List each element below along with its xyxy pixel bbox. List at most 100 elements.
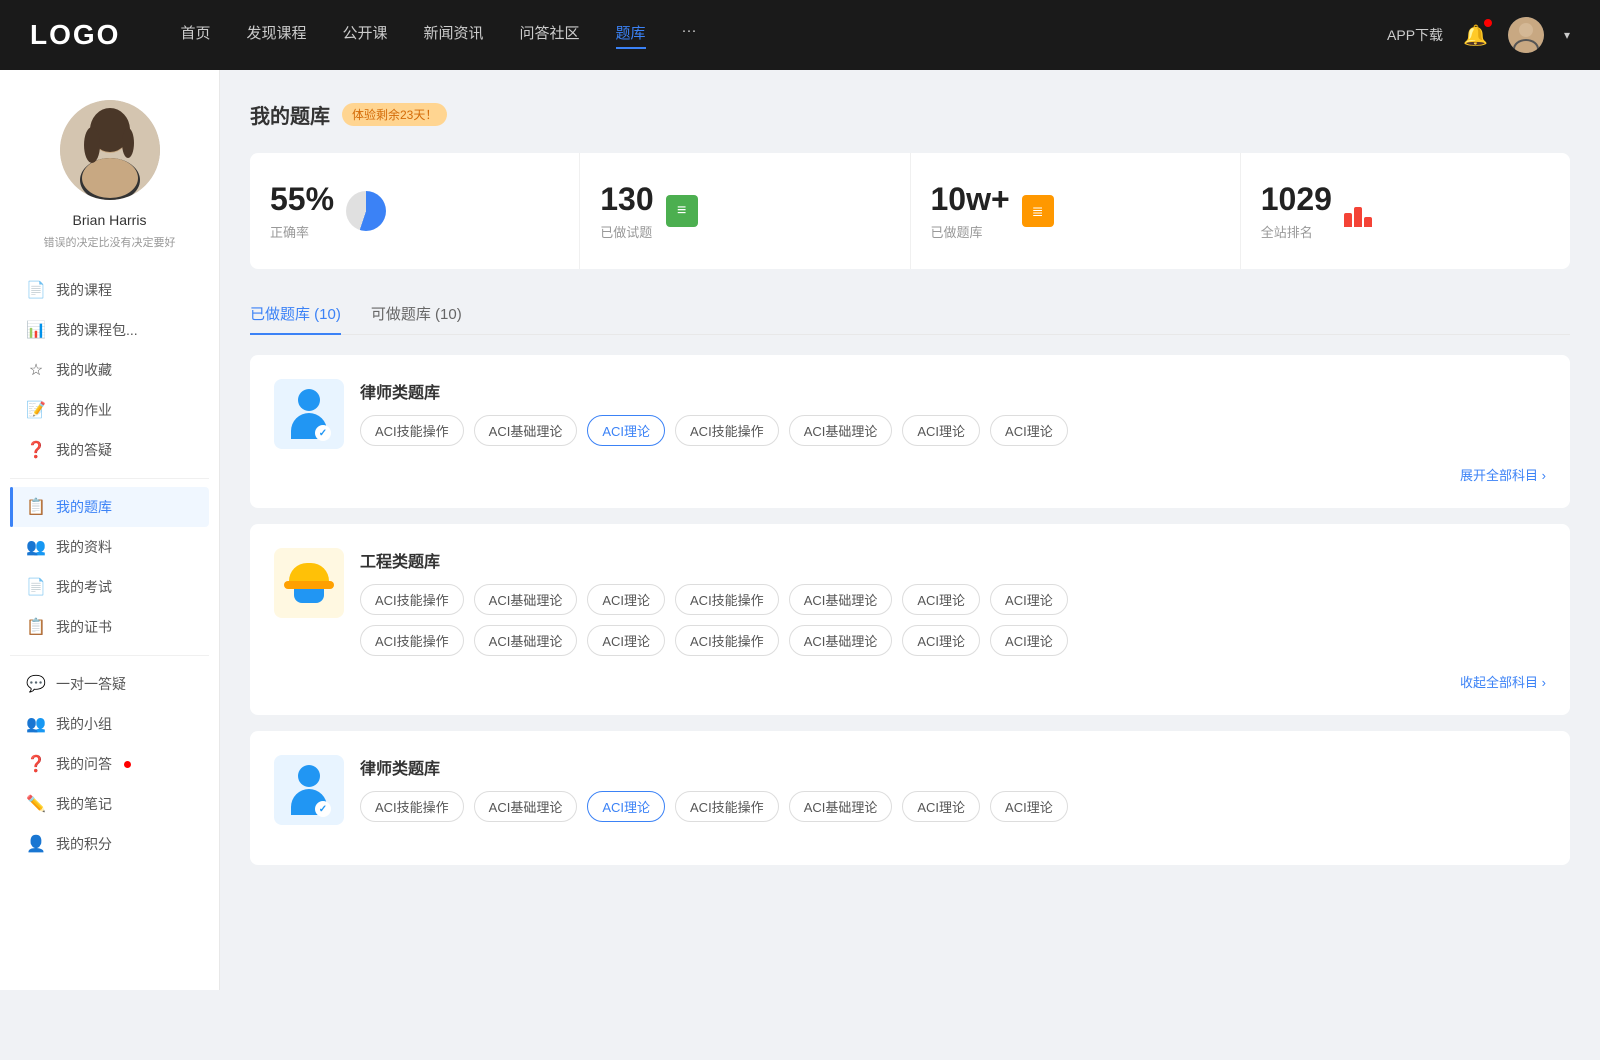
sidebar-menu: 📄 我的课程 📊 我的课程包... ☆ 我的收藏 📝 我的作业 ❓ 我的答疑 � bbox=[0, 270, 219, 864]
main-content: 我的题库 体验剩余23天！ 55% 正确率 130 已做试题 ≡ bbox=[220, 70, 1600, 990]
nav-discover[interactable]: 发现课程 bbox=[246, 22, 306, 49]
sidebar-item-question-bank[interactable]: 📋 我的题库 bbox=[10, 487, 209, 527]
sidebar-item-homework[interactable]: 📝 我的作业 bbox=[10, 390, 209, 430]
tag-eng-r2-6[interactable]: ACI理论 bbox=[990, 625, 1068, 656]
tag-lawyer2-5[interactable]: ACI理论 bbox=[902, 791, 980, 822]
qbank-header-engineer: 工程类题库 ACI技能操作 ACI基础理论 ACI理论 ACI技能操作 ACI基… bbox=[274, 548, 1546, 656]
qbank-icon: 📋 bbox=[26, 497, 46, 517]
ranking-chart-icon bbox=[1344, 195, 1376, 227]
sidebar-item-label: 我的作业 bbox=[56, 400, 112, 420]
tag-lawyer2-4[interactable]: ACI基础理论 bbox=[789, 791, 893, 822]
tag-lawyer1-1[interactable]: ACI基础理论 bbox=[474, 415, 578, 446]
avatar bbox=[60, 100, 160, 200]
tag-eng-r1-2[interactable]: ACI理论 bbox=[587, 584, 665, 615]
sidebar-item-one-on-one[interactable]: 💬 一对一答疑 bbox=[10, 664, 209, 704]
sidebar-item-certificate[interactable]: 📋 我的证书 bbox=[10, 607, 209, 647]
tag-eng-r1-5[interactable]: ACI理论 bbox=[902, 584, 980, 615]
sidebar-divider-1 bbox=[10, 478, 209, 479]
qbank-name-lawyer-1: 律师类题库 bbox=[360, 379, 1546, 403]
sidebar: Brian Harris 错误的决定比没有决定要好 📄 我的课程 📊 我的课程包… bbox=[0, 70, 220, 990]
tag-eng-r1-0[interactable]: ACI技能操作 bbox=[360, 584, 464, 615]
tags-row-lawyer-1: ACI技能操作 ACI基础理论 ACI理论 ACI技能操作 ACI基础理论 AC… bbox=[360, 415, 1546, 446]
sidebar-item-my-data[interactable]: 👥 我的资料 bbox=[10, 527, 209, 567]
sidebar-item-label: 我的积分 bbox=[56, 834, 112, 854]
collapse-engineer[interactable]: 收起全部科目 › bbox=[274, 672, 1546, 691]
exam-icon: 📄 bbox=[26, 577, 46, 597]
sidebar-item-label: 我的题库 bbox=[56, 497, 112, 517]
sidebar-item-favorites[interactable]: ☆ 我的收藏 bbox=[10, 350, 209, 390]
sidebar-item-label: 我的证书 bbox=[56, 617, 112, 637]
app-download-link[interactable]: APP下载 bbox=[1387, 25, 1443, 45]
sidebar-item-my-course[interactable]: 📄 我的课程 bbox=[10, 270, 209, 310]
sidebar-item-label: 我的小组 bbox=[56, 714, 112, 734]
notification-bell[interactable]: 🔔 bbox=[1463, 23, 1488, 48]
navbar-right: APP下载 🔔 ▾ bbox=[1387, 17, 1570, 53]
logo: LOGO bbox=[30, 19, 120, 51]
nav-question-bank[interactable]: 题库 bbox=[616, 22, 646, 49]
nav-qa[interactable]: 问答社区 bbox=[520, 22, 580, 49]
tag-eng-r1-1[interactable]: ACI基础理论 bbox=[474, 584, 578, 615]
nav-menu: 首页 发现课程 公开课 新闻资讯 问答社区 题库 ··· bbox=[180, 22, 1387, 49]
tags-row-engineer-1: ACI技能操作 ACI基础理论 ACI理论 ACI技能操作 ACI基础理论 AC… bbox=[360, 584, 1546, 615]
stat-banks-value: 10w+ bbox=[931, 181, 1010, 218]
tag-eng-r2-5[interactable]: ACI理论 bbox=[902, 625, 980, 656]
expand-lawyer-1[interactable]: 展开全部科目 › bbox=[274, 465, 1546, 484]
tab-available[interactable]: 可做题库 (10) bbox=[371, 293, 462, 334]
tab-done[interactable]: 已做题库 (10) bbox=[250, 293, 341, 334]
tabs: 已做题库 (10) 可做题库 (10) bbox=[250, 293, 1570, 335]
tag-lawyer2-2[interactable]: ACI理论 bbox=[587, 791, 665, 822]
lawyer2-icon: ✓ bbox=[291, 765, 327, 815]
tag-eng-r1-6[interactable]: ACI理论 bbox=[990, 584, 1068, 615]
nav-more[interactable]: ··· bbox=[682, 22, 697, 49]
questions-icon: ≡ bbox=[666, 195, 698, 227]
tag-eng-r2-0[interactable]: ACI技能操作 bbox=[360, 625, 464, 656]
sidebar-item-my-qa[interactable]: ❓ 我的答疑 bbox=[10, 430, 209, 470]
sidebar-item-my-group[interactable]: 👥 我的小组 bbox=[10, 704, 209, 744]
question2-icon: ❓ bbox=[26, 754, 46, 774]
cert-icon: 📋 bbox=[26, 617, 46, 637]
nav-open-course[interactable]: 公开课 bbox=[342, 22, 387, 49]
star-icon: ☆ bbox=[26, 360, 46, 380]
tag-lawyer1-4[interactable]: ACI基础理论 bbox=[789, 415, 893, 446]
sidebar-item-my-points[interactable]: 👤 我的积分 bbox=[10, 824, 209, 864]
chat-icon: 💬 bbox=[26, 674, 46, 694]
sidebar-item-label: 一对一答疑 bbox=[56, 674, 126, 694]
sidebar-item-label: 我的课程包... bbox=[56, 320, 138, 340]
tag-lawyer2-6[interactable]: ACI理论 bbox=[990, 791, 1068, 822]
tag-eng-r1-4[interactable]: ACI基础理论 bbox=[789, 584, 893, 615]
tag-eng-r2-3[interactable]: ACI技能操作 bbox=[675, 625, 779, 656]
user-menu-chevron[interactable]: ▾ bbox=[1564, 28, 1570, 42]
tag-eng-r2-1[interactable]: ACI基础理论 bbox=[474, 625, 578, 656]
tags-row-lawyer-2: ACI技能操作 ACI基础理论 ACI理论 ACI技能操作 ACI基础理论 AC… bbox=[360, 791, 1546, 822]
tag-lawyer2-3[interactable]: ACI技能操作 bbox=[675, 791, 779, 822]
qbank-name-lawyer-2: 律师类题库 bbox=[360, 755, 1546, 779]
main-wrapper: Brian Harris 错误的决定比没有决定要好 📄 我的课程 📊 我的课程包… bbox=[0, 70, 1600, 990]
sidebar-item-my-notes[interactable]: ✏️ 我的笔记 bbox=[10, 784, 209, 824]
tag-lawyer1-6[interactable]: ACI理论 bbox=[990, 415, 1068, 446]
nav-home[interactable]: 首页 bbox=[180, 22, 210, 49]
tag-lawyer2-1[interactable]: ACI基础理论 bbox=[474, 791, 578, 822]
chart-icon: 📊 bbox=[26, 320, 46, 340]
stats-row: 55% 正确率 130 已做试题 ≡ 10w+ 已做题库 ≣ bbox=[250, 153, 1570, 269]
tag-eng-r2-2[interactable]: ACI理论 bbox=[587, 625, 665, 656]
notes-icon: ✏️ bbox=[26, 794, 46, 814]
question-icon: ❓ bbox=[26, 440, 46, 460]
sidebar-item-my-questions[interactable]: ❓ 我的问答 bbox=[10, 744, 209, 784]
user-avatar[interactable] bbox=[1508, 17, 1544, 53]
tag-lawyer2-0[interactable]: ACI技能操作 bbox=[360, 791, 464, 822]
tag-lawyer1-0[interactable]: ACI技能操作 bbox=[360, 415, 464, 446]
tag-lawyer1-5[interactable]: ACI理论 bbox=[902, 415, 980, 446]
tag-lawyer1-3[interactable]: ACI技能操作 bbox=[675, 415, 779, 446]
nav-news[interactable]: 新闻资讯 bbox=[424, 22, 484, 49]
qbank-header-lawyer-1: ✓ 律师类题库 ACI技能操作 ACI基础理论 ACI理论 ACI技能操作 AC… bbox=[274, 379, 1546, 449]
stat-banks-label: 已做题库 bbox=[931, 222, 1010, 241]
tag-eng-r2-4[interactable]: ACI基础理论 bbox=[789, 625, 893, 656]
qbank-icon-lawyer-2: ✓ bbox=[274, 755, 344, 825]
tag-lawyer1-2[interactable]: ACI理论 bbox=[587, 415, 665, 446]
homework-icon: 📝 bbox=[26, 400, 46, 420]
stat-accuracy-value: 55% bbox=[270, 181, 334, 218]
qbank-name-engineer: 工程类题库 bbox=[360, 548, 1546, 572]
sidebar-item-my-exam[interactable]: 📄 我的考试 bbox=[10, 567, 209, 607]
tag-eng-r1-3[interactable]: ACI技能操作 bbox=[675, 584, 779, 615]
sidebar-item-course-package[interactable]: 📊 我的课程包... bbox=[10, 310, 209, 350]
